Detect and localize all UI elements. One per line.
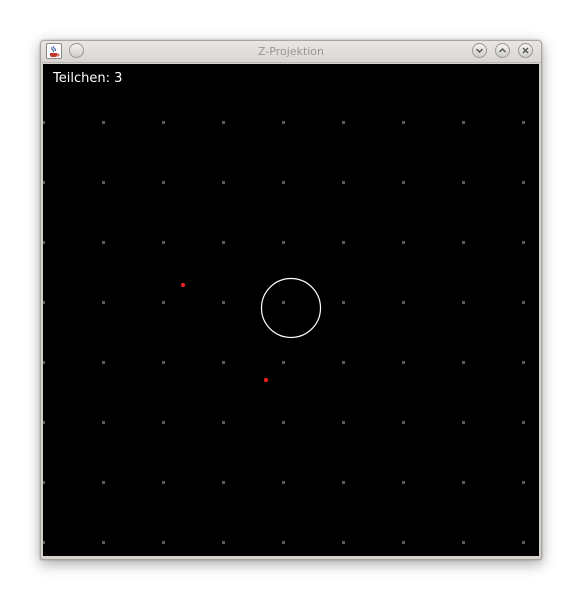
particle xyxy=(181,283,185,287)
particle xyxy=(264,378,268,382)
app-window: Z-Projektion Teilchen: 3 xyxy=(40,40,542,560)
window-title: Z-Projektion xyxy=(257,45,325,58)
projection-canvas[interactable]: Teilchen: 3 xyxy=(43,64,539,556)
close-icon[interactable] xyxy=(518,43,533,58)
title-bar[interactable]: Z-Projektion xyxy=(41,41,541,63)
chevron-up-icon[interactable] xyxy=(495,43,510,58)
chevron-down-icon[interactable] xyxy=(472,43,487,58)
projection-ring xyxy=(260,277,322,339)
